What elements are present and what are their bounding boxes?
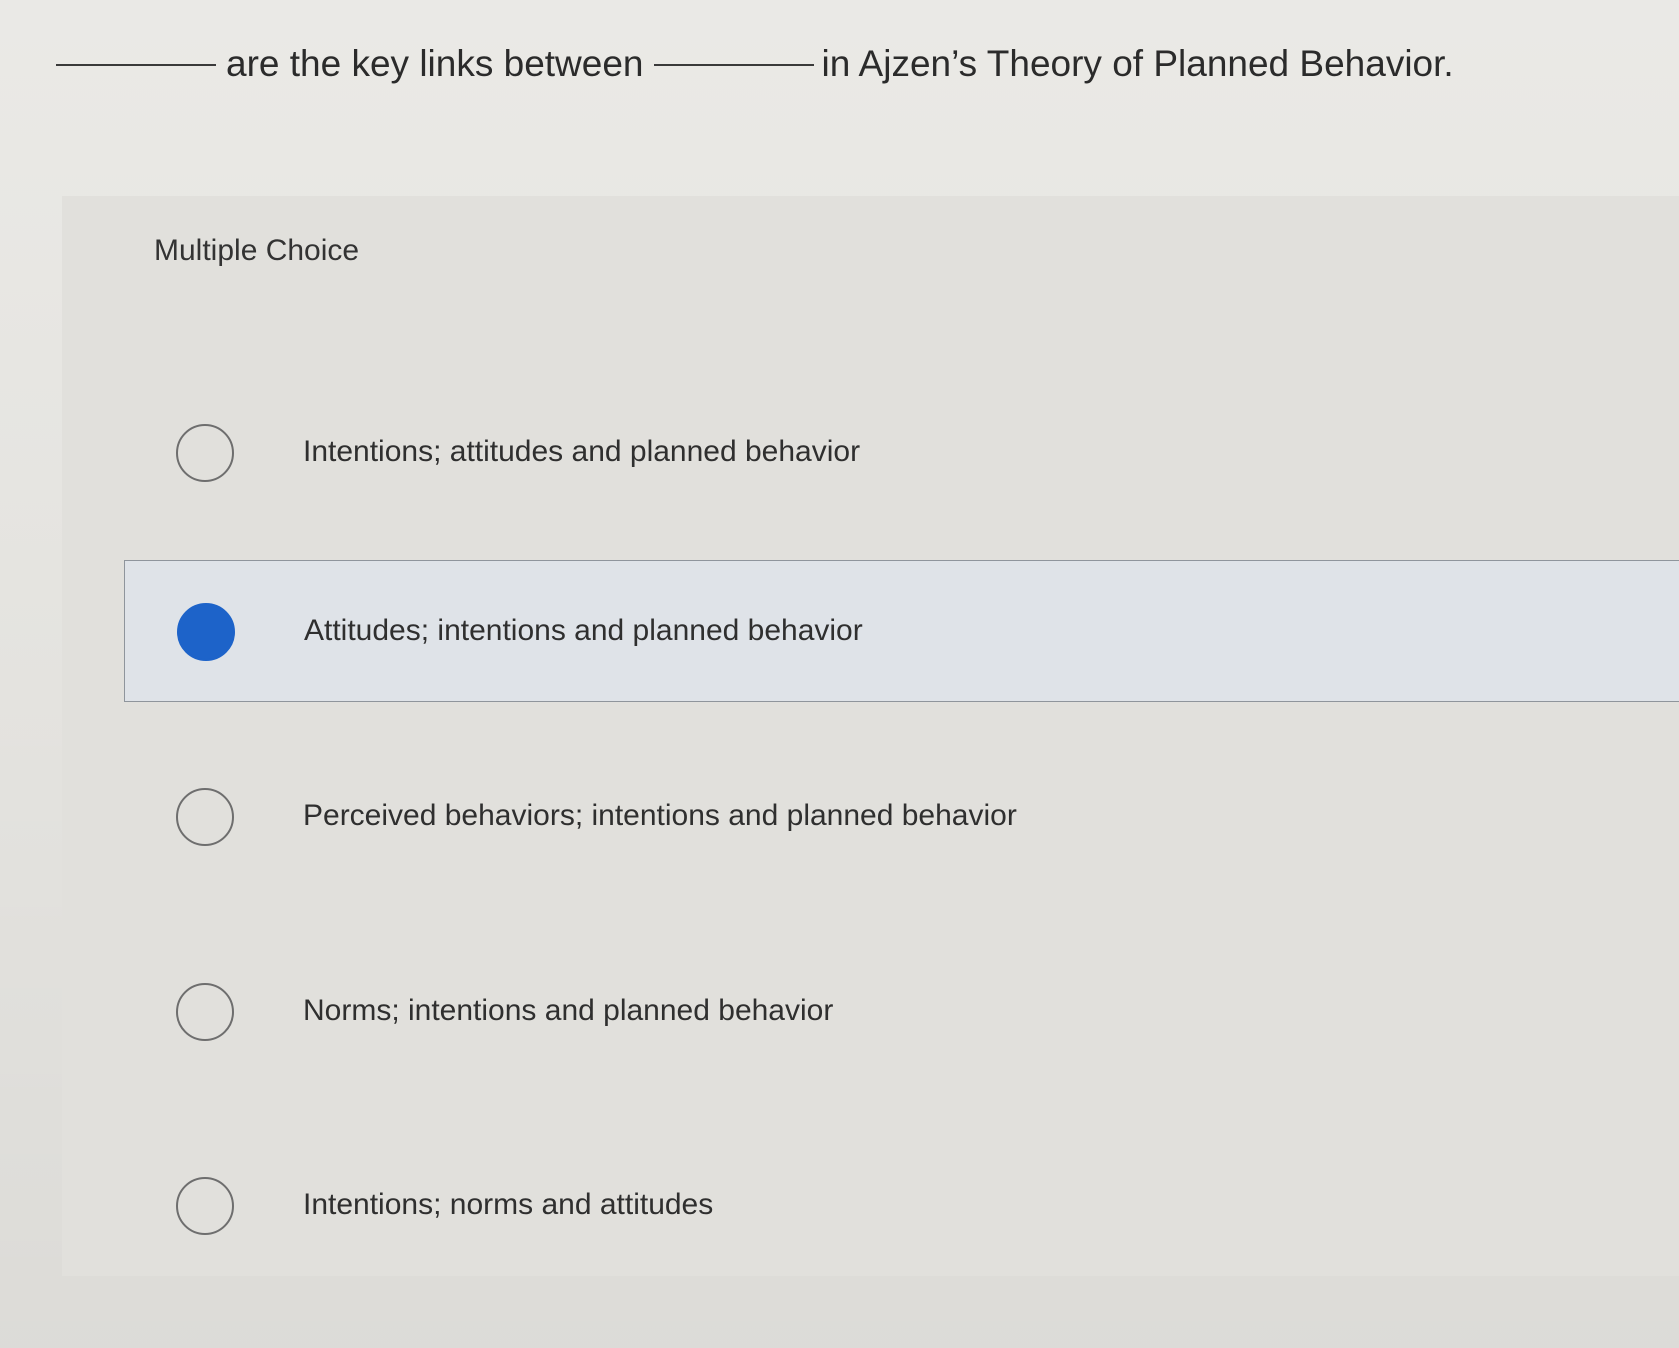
radio-unselected-icon[interactable] <box>176 788 234 846</box>
radio-unselected-icon[interactable] <box>176 983 234 1041</box>
radio-selected-icon[interactable] <box>177 603 235 661</box>
section-label: Multiple Choice <box>154 234 360 267</box>
radio-unselected-icon[interactable] <box>176 1177 234 1235</box>
option-label: Attitudes; intentions and planned behavi… <box>304 614 863 647</box>
option-3[interactable]: Perceived behaviors; intentions and plan… <box>124 746 1679 888</box>
option-label: Intentions; attitudes and planned behavi… <box>303 435 861 468</box>
second-answer-blank <box>653 64 814 66</box>
option-5[interactable]: Intentions; norms and attitudes <box>124 1135 1679 1277</box>
option-2-selected[interactable]: Attitudes; intentions and planned behavi… <box>124 560 1679 702</box>
question-text-end: in Ajzen’s Theory of Planned Behavior. <box>821 43 1454 84</box>
option-label: Perceived behaviors; intentions and plan… <box>303 799 1017 832</box>
question-prompt: are the key links between in Ajzen’s Theo… <box>56 38 1616 90</box>
first-answer-blank <box>56 64 216 66</box>
quiz-screen: are the key links between in Ajzen’s Theo… <box>0 0 1679 1348</box>
option-1[interactable]: Intentions; attitudes and planned behavi… <box>124 382 1679 524</box>
choices-panel <box>62 196 1679 1276</box>
option-4[interactable]: Norms; intentions and planned behavior <box>124 941 1679 1083</box>
option-label: Norms; intentions and planned behavior <box>303 994 834 1027</box>
option-label: Intentions; norms and attitudes <box>303 1188 714 1221</box>
radio-unselected-icon[interactable] <box>176 424 234 482</box>
question-text-middle: are the key links between <box>226 43 644 84</box>
